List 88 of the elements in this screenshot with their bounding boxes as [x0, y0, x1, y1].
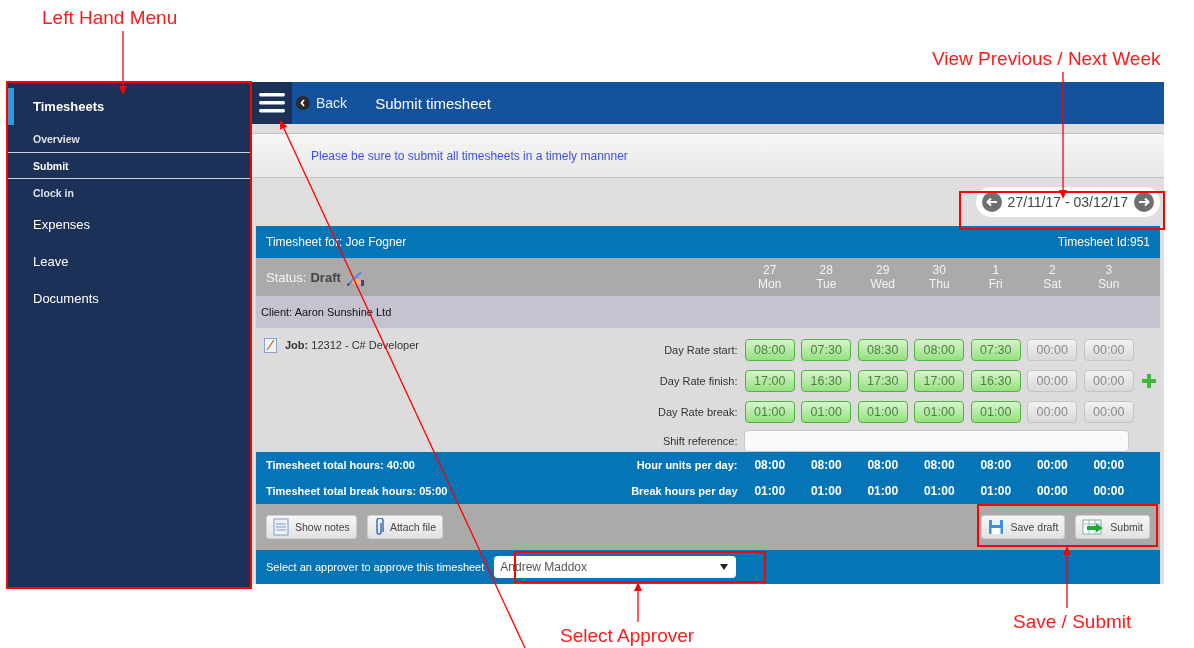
back-icon [296, 96, 310, 110]
pencil-icon [344, 268, 365, 286]
day-heading: 1 Fri [987, 263, 1004, 291]
break-value: 01:00 [922, 484, 956, 498]
time-field[interactable]: 16:30 [801, 369, 852, 392]
time-field[interactable]: 08:00 [744, 338, 795, 361]
row-label: Break hours per day [631, 485, 739, 497]
status-value: Draft [310, 269, 341, 285]
day-heading: 2 Sat [1042, 263, 1063, 291]
time-field[interactable]: 01:00 [914, 400, 965, 423]
break-value: 01:00 [979, 484, 1013, 498]
menu-item[interactable]: Documents [8, 280, 251, 317]
callout-label: Save / Submit [1013, 611, 1132, 633]
hours-value: 08:00 [866, 458, 900, 472]
back-link[interactable]: Back [296, 95, 348, 111]
day-heading: 29 Wed [869, 263, 896, 291]
next-week-button[interactable] [1134, 192, 1154, 212]
time-field[interactable]: 00:00 [1083, 369, 1134, 392]
hours-value: 08:00 [753, 458, 787, 472]
time-field[interactable]: 01:00 [801, 400, 852, 423]
notice-text: Please be sure to submit all timesheets in a timely mannner [311, 148, 628, 163]
time-field[interactable]: 08:30 [857, 338, 908, 361]
row-label: Shift reference: [662, 435, 739, 447]
left-arrow-icon [985, 197, 998, 207]
callout-arrow [1063, 546, 1071, 609]
break-value: 00:00 [1092, 484, 1126, 498]
hours-value: 08:00 [922, 458, 956, 472]
day-heading: 3 Sun [1097, 263, 1121, 291]
callout-arrow [119, 30, 127, 95]
menu-button[interactable] [252, 82, 292, 124]
day-heading: 30 Thu [927, 263, 951, 291]
hours-value: 00:00 [1035, 458, 1069, 472]
row-label: Day Rate break: [658, 405, 739, 418]
time-field[interactable]: 01:00 [744, 400, 795, 423]
paperclip-icon [373, 518, 384, 536]
day-heading: 28 Tue [815, 263, 838, 291]
submit-button[interactable]: Submit [1075, 515, 1150, 539]
menu-item[interactable]: Leave [8, 243, 251, 280]
attach-file-button[interactable]: Attach file [366, 515, 443, 539]
right-arrow-icon [1138, 197, 1150, 207]
notepad-icon [264, 337, 277, 353]
notepad-icon [273, 518, 289, 536]
break-value: 00:00 [1035, 484, 1069, 498]
break-value: 01:00 [753, 484, 787, 498]
submenu-item[interactable]: Clock in [8, 179, 251, 206]
dropdown-caret-icon [720, 564, 729, 570]
day-heading: 27 Mon [757, 263, 783, 291]
time-field[interactable]: 17:00 [744, 369, 795, 392]
time-field[interactable]: 01:00 [970, 400, 1021, 423]
menu-icon [259, 92, 285, 114]
hours-value: 08:00 [979, 458, 1013, 472]
time-field[interactable]: 00:00 [1027, 338, 1078, 361]
time-field[interactable]: 07:30 [801, 338, 852, 361]
menu-item[interactable]: Expenses [8, 206, 251, 243]
status-label: Status: [266, 269, 307, 285]
row-label: Day Rate finish: [659, 374, 739, 387]
callout-label: View Previous / Next Week [932, 48, 1161, 70]
approver-label: Select an approver to approve this timesheet [266, 561, 485, 573]
time-field[interactable]: 17:00 [914, 369, 965, 392]
previous-week-button[interactable] [981, 192, 1002, 212]
time-field[interactable]: 00:00 [1083, 400, 1134, 423]
time-field[interactable]: 00:00 [1027, 400, 1078, 423]
shift-reference-field[interactable] [743, 430, 1129, 452]
hours-value: 00:00 [1092, 458, 1126, 472]
time-field[interactable]: 00:00 [1027, 369, 1078, 392]
callout-label: Select Approver [560, 625, 695, 647]
callout-arrow [634, 582, 642, 623]
time-field[interactable]: 01:00 [857, 400, 908, 423]
show-notes-button[interactable]: Show notes [266, 515, 357, 539]
week-range: 27/11/17 - 03/12/17 [1007, 194, 1128, 210]
page-title: Submit timesheet [375, 94, 491, 112]
time-field[interactable]: 07:30 [970, 338, 1021, 361]
time-field[interactable]: 08:00 [914, 338, 965, 361]
total-hours: Timesheet total hours: 40:00 [266, 459, 416, 471]
row-label: Day Rate start: [664, 343, 739, 356]
total-break-hours: Timesheet total break hours: 05:00 [266, 485, 449, 497]
time-field[interactable]: 16:30 [970, 369, 1021, 392]
row-label: Hour units per day: [636, 459, 739, 471]
save-draft-button[interactable]: Save draft [981, 515, 1066, 539]
submenu-item[interactable]: Overview [8, 125, 251, 152]
time-field[interactable]: 00:00 [1083, 338, 1134, 361]
break-value: 01:00 [809, 484, 843, 498]
submenu-item[interactable]: Submit [8, 152, 251, 179]
callout-label: Left Hand Menu [42, 7, 178, 29]
break-value: 01:00 [866, 484, 900, 498]
hours-value: 08:00 [809, 458, 843, 472]
time-field[interactable]: 17:30 [857, 369, 908, 392]
timesheet-id: Timesheet Id:951 [1057, 235, 1150, 249]
